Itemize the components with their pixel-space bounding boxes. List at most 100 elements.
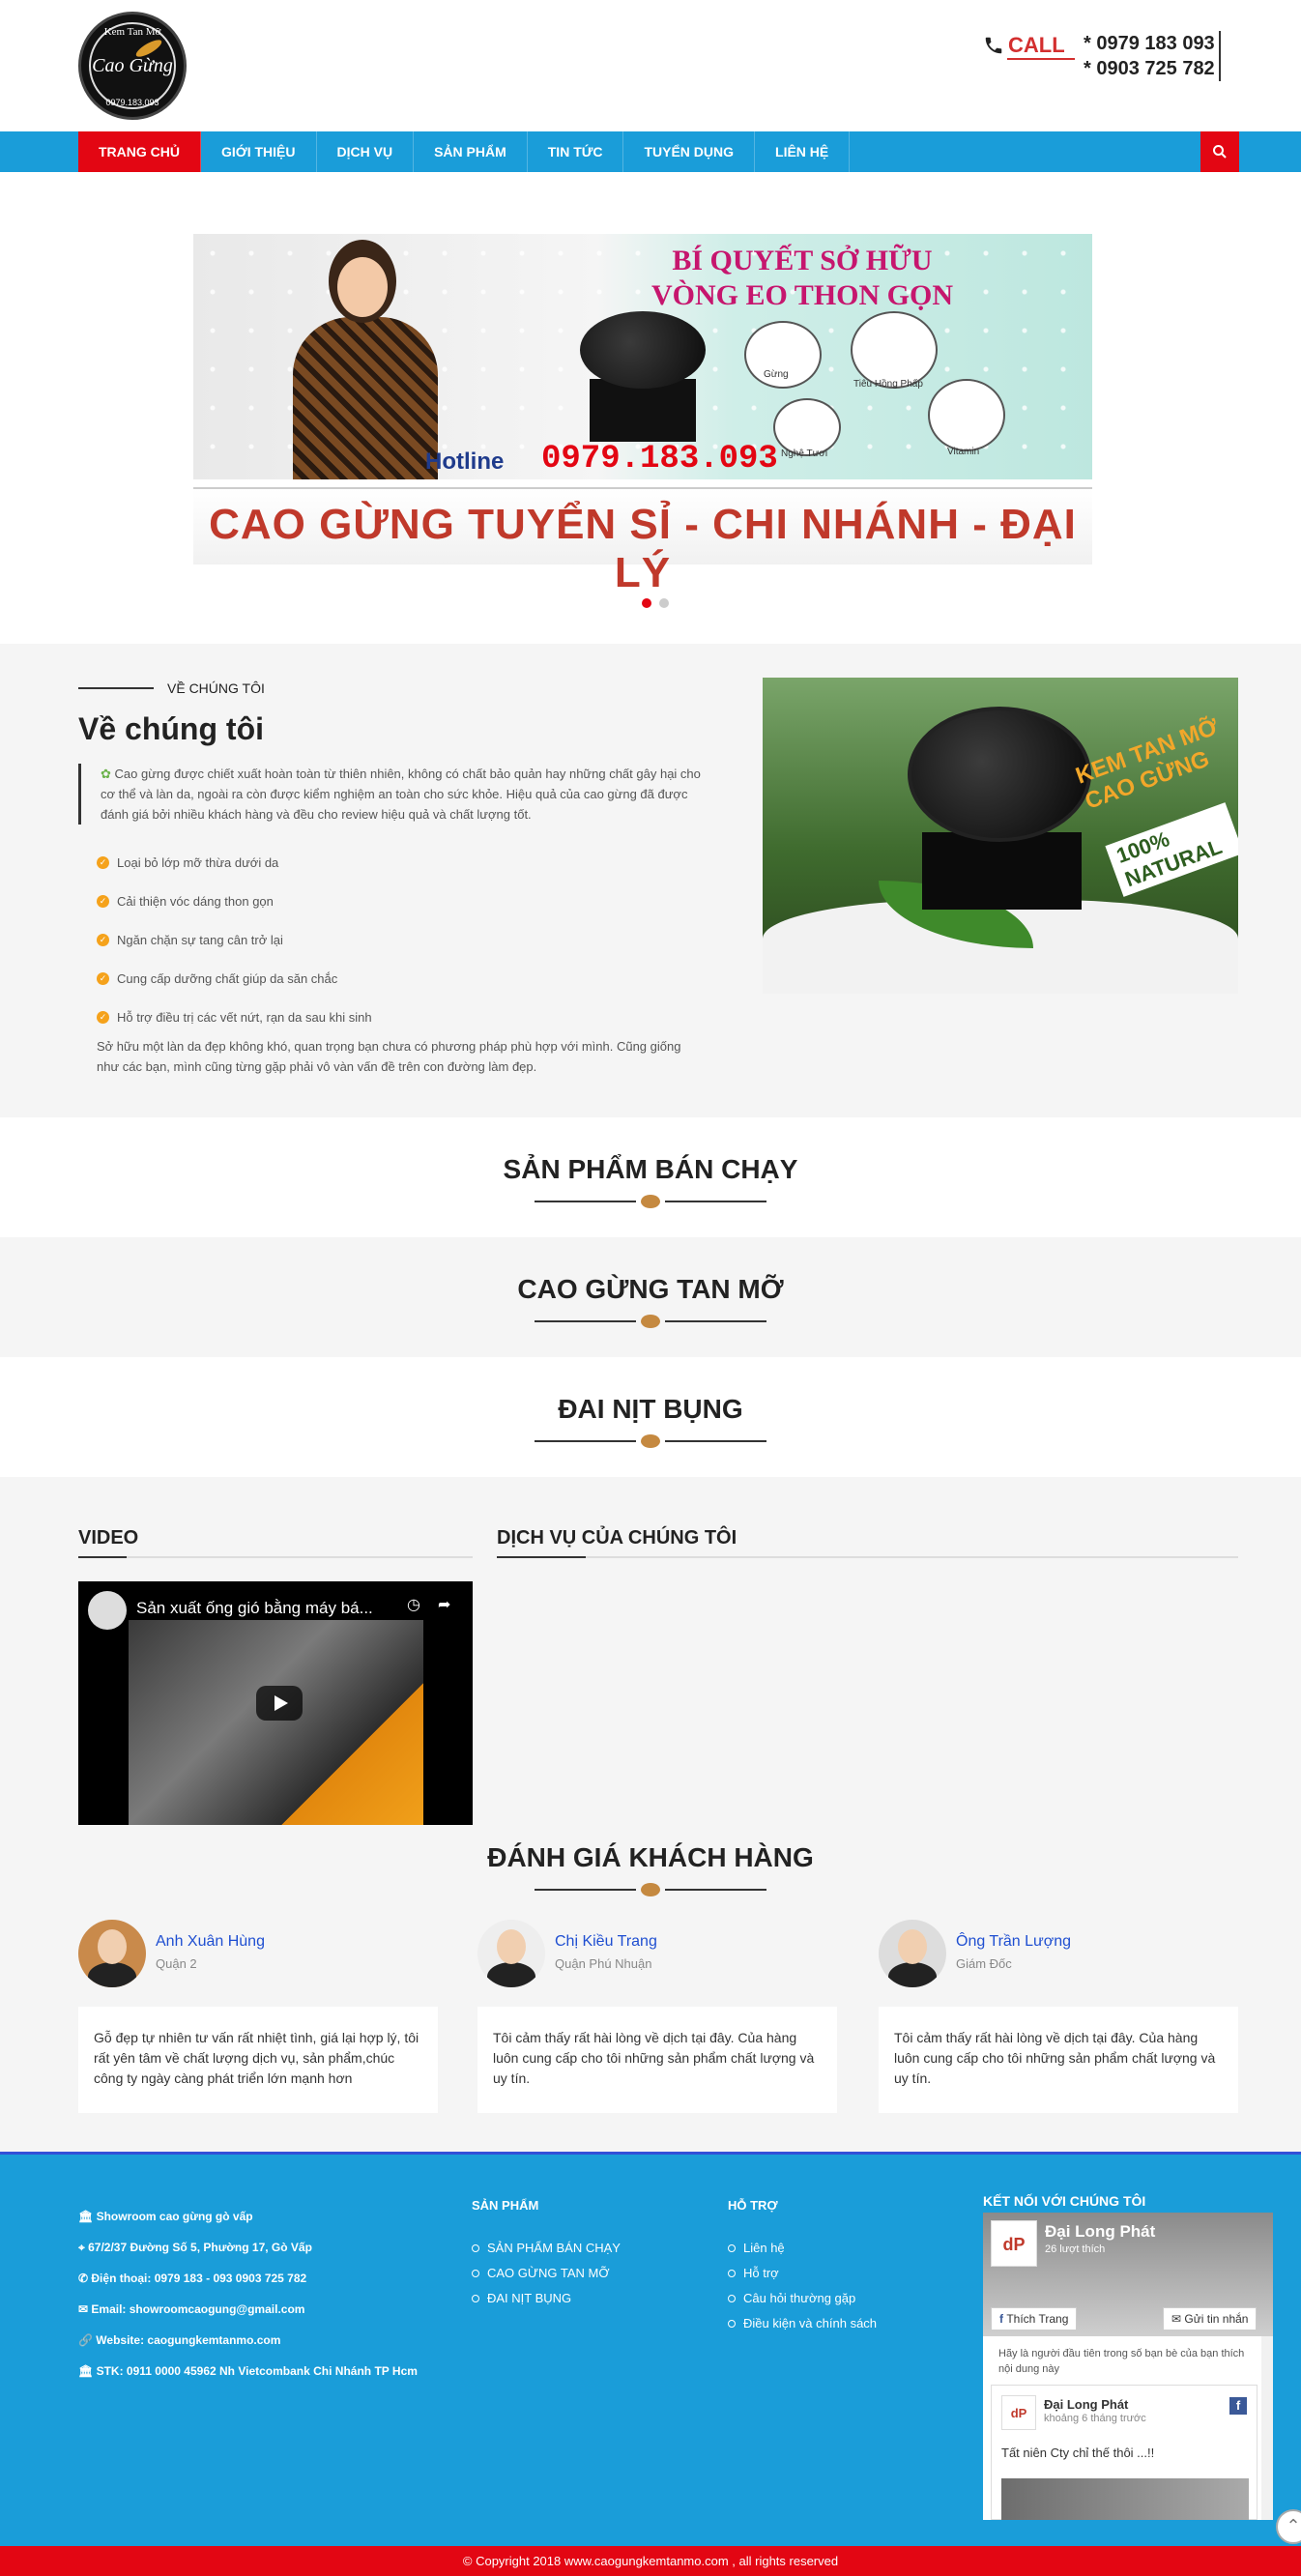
footer-support-link[interactable]: Câu hỏi thường gặp xyxy=(728,2286,877,2311)
title-divider xyxy=(535,1195,766,1208)
about-bullet-text: Loại bỏ lớp mỡ thừa dưới da xyxy=(117,854,279,870)
about-bullet: ✓ Cải thiện vóc dáng thon gọn xyxy=(97,882,372,920)
nav-item-dich-vu[interactable]: DỊCH VỤ xyxy=(317,131,415,172)
fb-message-button[interactable]: ✉ Gửi tin nhắn xyxy=(1163,2307,1258,2330)
link-icon: 🔗 xyxy=(78,2333,97,2347)
review-text: Tôi cảm thấy rất hài lòng về dịch tại đâ… xyxy=(477,2007,837,2113)
footer-product-link[interactable]: ĐAI NỊT BỤNG xyxy=(472,2286,621,2311)
share-icon[interactable]: ➦ xyxy=(438,1595,457,1614)
fb-page-name[interactable]: Đại Long Phát xyxy=(1045,2222,1155,2242)
about-section: VỀ CHÚNG TÔI Về chúng tôi ✿ Cao gừng đượ… xyxy=(0,644,1301,1117)
footer-products-heading: SẢN PHẨM xyxy=(472,2198,539,2213)
banner-title-line-2: VÒNG EO THON GỌN xyxy=(651,279,953,311)
review-name: Anh Xuân Hùng xyxy=(156,1933,265,1950)
footer-link-text: ĐAI NỊT BỤNG xyxy=(487,2291,572,2305)
footer-support-link[interactable]: Liên hệ xyxy=(728,2236,877,2261)
fb-message-label: Gửi tin nhắn xyxy=(1184,2312,1249,2326)
footer-product-link[interactable]: SẢN PHẨM BÁN CHẠY xyxy=(472,2236,621,2261)
about-bullet-text: Cung cấp dưỡng chất giúp da săn chắc xyxy=(117,970,338,986)
product-jar-image xyxy=(580,311,706,442)
footer-contact: 🏛 Showroom cao gừng gò vấp ⌖ 67/2/37 Đườ… xyxy=(78,2201,418,2387)
best-sellers-section: SẢN PHẨM BÁN CHẠY xyxy=(0,1117,1301,1237)
search-button[interactable] xyxy=(1200,131,1239,172)
footer-address-text: 67/2/37 Đường Số 5, Phường 17, Gò Vấp xyxy=(88,2241,312,2254)
video-thumbnail xyxy=(129,1620,423,1837)
video-title[interactable]: Sản xuất ống gió bằng máy bá... xyxy=(136,1599,407,1618)
about-label: VỀ CHÚNG TÔI xyxy=(78,680,265,696)
phone-icon xyxy=(985,37,1002,54)
footer-support-link[interactable]: Điều kiện và chính sách xyxy=(728,2311,877,2336)
logo-main-text: Cao Gừng xyxy=(92,55,173,76)
footer-website: 🔗 Website: caogungkemtanmo.com xyxy=(78,2325,418,2356)
hero-banner: BÍ QUYẾT SỞ HỮU VÒNG EO THON GỌN Gừng Ti… xyxy=(0,172,1301,644)
post-image[interactable] xyxy=(1001,2478,1249,2520)
facebook-page-widget[interactable]: dP Đại Long Phát 26 lượt thích f Thích T… xyxy=(983,2213,1273,2520)
facebook-icon: f xyxy=(1229,2397,1247,2415)
site-logo[interactable]: Kem Tan Mỡ Cao Gừng 0979.183.093 xyxy=(78,12,187,120)
fb-post[interactable]: dP Đại Long Phát khoảng 6 tháng trước f … xyxy=(991,2385,1258,2520)
nav-item-gioi-thieu[interactable]: GIỚI THIỆU xyxy=(201,131,317,172)
ingredient-label-gung: Gừng xyxy=(764,369,789,380)
slider-dot-2[interactable] xyxy=(659,598,669,608)
review-text: Gỗ đẹp tự nhiên tư vấn rất nhiệt tình, g… xyxy=(78,2007,438,2113)
footer-website-text[interactable]: Website: caogungkemtanmo.com xyxy=(96,2333,280,2347)
footer-product-link[interactable]: CAO GỪNG TAN MỠ xyxy=(472,2261,621,2286)
post-author[interactable]: Đại Long Phát xyxy=(1044,2397,1128,2412)
post-text: Tất niên Cty chỉ thế thôi ...!! xyxy=(1001,2446,1155,2460)
fb-scrollbar[interactable] xyxy=(1261,2336,1273,2520)
page-logo[interactable]: dP xyxy=(991,2220,1037,2267)
model-image xyxy=(275,240,449,479)
fb-share-text: Hãy là người đầu tiên trong số bạn bè củ… xyxy=(998,2348,1245,2375)
ingredient-bubble-vitamin xyxy=(928,379,1005,451)
footer-address: ⌖ 67/2/37 Đường Số 5, Phường 17, Gò Vấp xyxy=(78,2232,418,2263)
messenger-icon: ✉ xyxy=(1171,2312,1185,2326)
nav-item-tin-tuc[interactable]: TIN TỨC xyxy=(528,131,624,172)
ginger-icon xyxy=(641,1195,660,1208)
ingredient-label-vitamin: Vitamin xyxy=(947,447,980,457)
footer-support-link[interactable]: Hỗ trợ xyxy=(728,2261,877,2286)
circle-icon xyxy=(472,2295,479,2302)
nav-item-tuyen-dung[interactable]: TUYỂN DỤNG xyxy=(623,131,756,172)
ginger-icon xyxy=(641,1434,660,1448)
about-product-image: KEM TAN MỠ CAO GỪNG 100% NATURAL xyxy=(763,678,1238,994)
about-bullets: ✓ Loại bỏ lớp mỡ thừa dưới da ✓ Cải thiện … xyxy=(97,843,372,1036)
post-author-logo[interactable]: dP xyxy=(1001,2395,1036,2430)
hotline-number[interactable]: 0979.183.093 xyxy=(541,441,778,478)
about-footer-text: Sở hữu một làn da đẹp không khó, quan tr… xyxy=(97,1039,681,1074)
review-name: Chị Kiều Trang xyxy=(555,1933,657,1950)
nav-item-san-pham[interactable]: SẢN PHẨM xyxy=(414,131,528,172)
ingredient-bubble-nghe xyxy=(773,398,841,456)
banner-bottom-text: CAO GỪNG TUYỂN SỈ - CHI NHÁNH - ĐẠI LÝ xyxy=(209,501,1077,596)
review-role: Quận Phú Nhuận xyxy=(555,1956,652,1971)
clock-icon[interactable]: ◷ xyxy=(407,1595,426,1614)
post-time[interactable]: khoảng 6 tháng trước xyxy=(1044,2413,1146,2424)
about-bullet-text: Ngăn chặn sự tang cân trở lại xyxy=(117,932,283,947)
footer-link-text: Điều kiện và chính sách xyxy=(743,2316,878,2330)
banner-title-line-1: BÍ QUYẾT SỞ HỮU xyxy=(672,245,933,276)
phone-number-2[interactable]: * 0903 725 782 xyxy=(1084,56,1215,81)
logo-phone-text: 0979.183.093 xyxy=(105,98,159,107)
best-sellers-title: SẢN PHẨM BÁN CHẠY xyxy=(503,1154,798,1184)
fb-like-button[interactable]: f Thích Trang xyxy=(991,2307,1078,2330)
phone-number-1[interactable]: * 0979 183 093 xyxy=(1084,31,1215,56)
video-embed[interactable]: Sản xuất ống gió bằng máy bá... ◷ ➦ xyxy=(78,1581,473,1837)
location-icon: ⌖ xyxy=(78,2241,89,2254)
circle-icon xyxy=(728,2320,736,2328)
footer-products: SẢN PHẨM SẢN PHẨM BÁN CHẠY CAO GỪNG TAN … xyxy=(472,2193,621,2311)
footer-link-text: Liên hệ xyxy=(743,2241,785,2255)
nav-item-trang-chu[interactable]: TRANG CHỦ xyxy=(78,131,201,172)
banner-slide-image[interactable]: BÍ QUYẾT SỞ HỮU VÒNG EO THON GỌN Gừng Ti… xyxy=(193,234,1092,479)
ginger-icon xyxy=(641,1315,660,1328)
footer-email-text[interactable]: Email: showroomcaogung@gmail.com xyxy=(91,2302,304,2316)
slider-dots xyxy=(642,598,669,608)
footer-link-text: CAO GỪNG TAN MỠ xyxy=(487,2266,610,2280)
slider-dot-1[interactable] xyxy=(642,598,651,608)
fb-like-label: Thích Trang xyxy=(1006,2312,1069,2326)
video-heading: VIDEO xyxy=(78,1527,139,1548)
play-button[interactable] xyxy=(256,1686,303,1721)
call-label[interactable]: CALL xyxy=(983,33,1065,58)
copyright-bar: © Copyright 2018 www.caogungkemtanmo.com… xyxy=(0,2546,1301,2576)
nav-item-lien-he[interactable]: LIÊN HỆ xyxy=(755,131,851,172)
dai-nit-title: ĐAI NỊT BỤNG xyxy=(558,1394,743,1424)
channel-avatar[interactable] xyxy=(88,1591,127,1630)
